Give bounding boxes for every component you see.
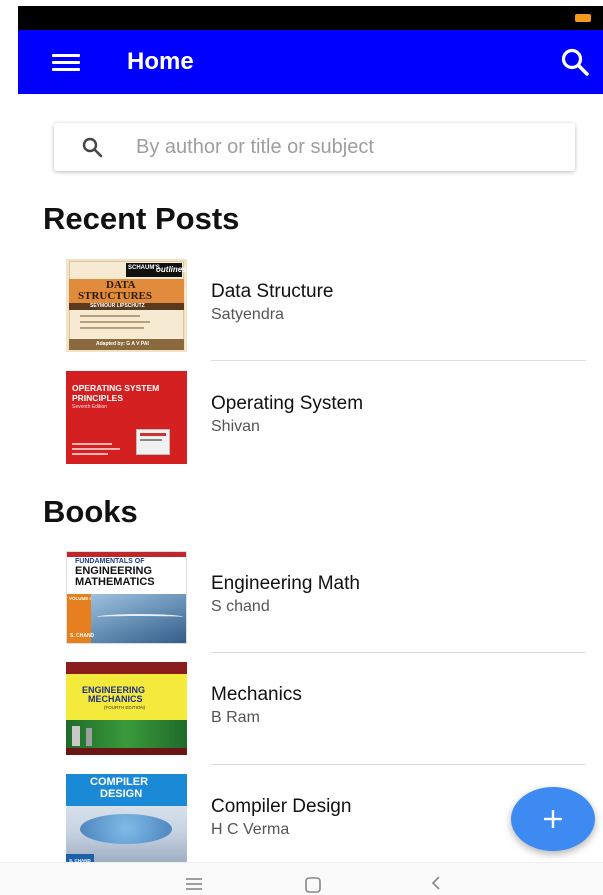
battery-icon <box>575 14 591 22</box>
system-nav-bar <box>0 862 603 895</box>
search-input[interactable] <box>136 131 556 163</box>
divider <box>211 764 586 765</box>
item-title: Operating System <box>211 393 364 414</box>
list-item[interactable]: ENGINEERING MECHANICS (FOURTH EDITION) M… <box>66 662 586 755</box>
recent-posts-heading: Recent Posts <box>43 201 240 236</box>
hamburger-menu-icon[interactable] <box>52 54 80 72</box>
app-bar: Home <box>18 30 603 94</box>
list-item[interactable]: FUNDAMENTALS OF ENGINEERING MATHEMATICS … <box>66 551 586 644</box>
item-title: Compiler Design <box>211 796 352 817</box>
item-title: Engineering Math <box>211 573 360 594</box>
plus-icon <box>544 810 562 828</box>
search-icon <box>82 137 103 158</box>
search-icon[interactable] <box>559 46 591 78</box>
item-author: H C Verma <box>211 821 290 838</box>
page-title: Home <box>127 48 194 75</box>
list-item[interactable]: OPERATING SYSTEM PRINCIPLES Seventh Edit… <box>66 371 586 464</box>
books-heading: Books <box>43 494 138 529</box>
book-cover-operating-system: OPERATING SYSTEM PRINCIPLES Seventh Edit… <box>66 371 187 464</box>
item-title: Data Structure <box>211 281 334 302</box>
item-author: Satyendra <box>211 306 284 323</box>
search-box <box>54 123 575 171</box>
book-cover-engineering-mechanics: ENGINEERING MECHANICS (FOURTH EDITION) <box>66 662 187 755</box>
divider <box>211 360 586 361</box>
home-square-icon[interactable] <box>301 871 327 893</box>
item-title: Mechanics <box>211 684 302 705</box>
book-cover-engineering-math: FUNDAMENTALS OF ENGINEERING MATHEMATICS … <box>66 551 187 644</box>
item-author: S chand <box>211 598 270 615</box>
recents-icon[interactable] <box>182 871 208 893</box>
item-author: B Ram <box>211 709 260 726</box>
list-item[interactable]: COMPILER DESIGN S. CHAND Compiler Design… <box>66 774 586 867</box>
book-cover-compiler-design: COMPILER DESIGN S. CHAND <box>66 774 187 867</box>
book-cover-data-structures: SCHAUM'S outlines DATA STRUCTURES SEYMOU… <box>66 259 187 352</box>
add-button[interactable] <box>511 787 595 851</box>
item-author: Shivan <box>211 418 260 435</box>
back-chevron-icon[interactable] <box>424 871 450 893</box>
status-bar <box>18 6 603 30</box>
list-item[interactable]: SCHAUM'S outlines DATA STRUCTURES SEYMOU… <box>66 259 586 352</box>
divider <box>211 652 586 653</box>
